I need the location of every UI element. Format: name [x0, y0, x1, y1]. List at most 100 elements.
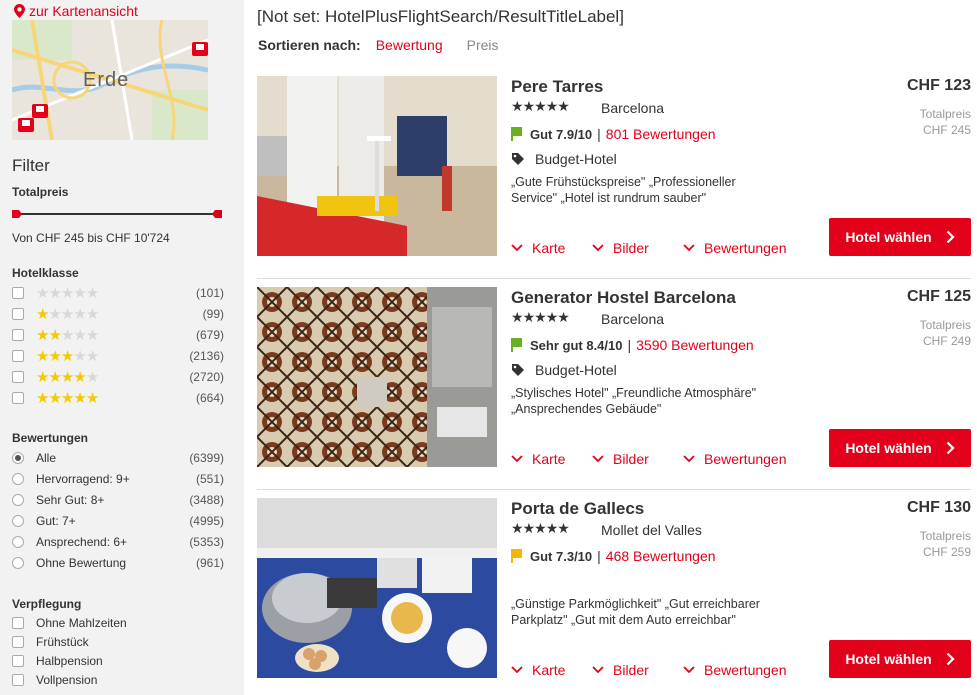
hotelclass-filter-row[interactable]: ★★★★★ (679)	[12, 326, 224, 344]
hotelclass-checkbox[interactable]	[12, 308, 24, 320]
review-filter-row[interactable]: Sehr Gut: 8+ (3488)	[12, 491, 224, 509]
meal-checkbox[interactable]	[12, 636, 24, 648]
hotel-card: Pere Tarres ★★★★★ Barcelona Gut 7.9/10 | 801 …	[257, 76, 971, 258]
photos-toggle[interactable]: Bilder	[592, 451, 683, 467]
reviews-link[interactable]: 801 Bewertungen	[606, 126, 716, 142]
meal-filter-row[interactable]: Halbpension	[12, 652, 224, 670]
tag-icon	[512, 153, 524, 165]
reviews-toggle-label: Bewertungen	[704, 451, 787, 467]
hotel-actions: Karte Bilder Bewertungen	[511, 451, 787, 467]
sort-option-price[interactable]: Preis	[467, 37, 499, 53]
hotel-rating: Gut 7.3/10 | 468 Bewertungen	[511, 548, 716, 564]
hotel-photo[interactable]	[257, 498, 497, 678]
hotel-name[interactable]: Generator Hostel Barcelona	[511, 288, 736, 308]
total-price-value: CHF 259	[922, 545, 971, 559]
reviews-heading: Bewertungen	[12, 431, 89, 445]
hotel-name[interactable]: Porta de Gallecs	[511, 499, 644, 519]
hotelclass-filter-row[interactable]: ★★★★★ (2136)	[12, 347, 224, 365]
filter-label: Gut: 7+	[36, 514, 76, 528]
filter-count: (961)	[195, 556, 224, 570]
hotelclass-checkbox[interactable]	[12, 329, 24, 341]
filter-count: (679)	[195, 328, 224, 342]
results-main: [Not set: HotelPlusFlightSearch/ResultTi…	[244, 0, 977, 695]
photos-toggle-label: Bilder	[613, 662, 649, 678]
filter-count: (2720)	[189, 370, 224, 384]
meal-checkbox[interactable]	[12, 655, 24, 667]
hotel-rating: Gut 7.9/10 | 801 Bewertungen	[511, 126, 716, 142]
guest-quotes: „Stylisches Hotel" „Freundliche Atmosphä…	[511, 386, 757, 416]
guest-quotes: „Günstige Parkmöglichkeit" „Gut erreichb…	[511, 597, 760, 627]
photos-toggle[interactable]: Bilder	[592, 662, 683, 678]
filter-label: Ansprechend: 6+	[36, 535, 128, 549]
totalprice-heading: Totalpreis	[12, 185, 69, 199]
map-toggle[interactable]: Karte	[511, 451, 592, 467]
hotel-stars-icon: ★★★★★	[511, 520, 570, 536]
hotel-photo[interactable]	[257, 287, 497, 467]
review-filter-row[interactable]: Hervorragend: 9+ (551)	[12, 470, 224, 488]
meal-filter-row[interactable]: Ohne Mahlzeiten	[12, 614, 224, 632]
reviews-link[interactable]: 3590 Bewertungen	[636, 337, 754, 353]
hotel-photo[interactable]	[257, 76, 497, 256]
map-toggle[interactable]: Karte	[511, 662, 592, 678]
review-filter-row[interactable]: Ansprechend: 6+ (5353)	[12, 533, 224, 551]
chevron-down-icon	[592, 244, 604, 252]
review-filter-row[interactable]: Alle (6399)	[12, 449, 224, 467]
meal-checkbox[interactable]	[12, 617, 24, 629]
reviews-link[interactable]: 468 Bewertungen	[606, 548, 716, 564]
review-radio[interactable]	[12, 473, 24, 485]
review-radio[interactable]	[12, 452, 24, 464]
price-range-slider[interactable]	[12, 208, 222, 220]
meal-filter-row[interactable]: Frühstück	[12, 633, 224, 651]
sort-bar: Sortieren nach: Bewertung Preis	[258, 37, 523, 53]
sort-option-rating[interactable]: Bewertung	[376, 37, 443, 53]
reviews-toggle[interactable]: Bewertungen	[683, 662, 787, 678]
price-per-night: CHF 125	[906, 288, 971, 305]
slider-handle-min[interactable]	[12, 210, 22, 218]
reviews-toggle[interactable]: Bewertungen	[683, 240, 787, 256]
hotelclass-checkbox[interactable]	[12, 350, 24, 362]
filter-count: (4995)	[189, 514, 224, 528]
star-rating-icon: ★★★★★	[36, 347, 99, 365]
hotelclass-checkbox[interactable]	[12, 392, 24, 404]
hotelclass-checkbox[interactable]	[12, 287, 24, 299]
reviews-toggle[interactable]: Bewertungen	[683, 451, 787, 467]
filter-label: Frühstück	[36, 635, 89, 649]
hotelclass-filter-row[interactable]: ★★★★★ (99)	[12, 305, 224, 323]
filter-count: (99)	[202, 307, 224, 321]
review-filter-row[interactable]: Ohne Bewertung (961)	[12, 554, 224, 572]
chevron-down-icon	[511, 666, 523, 674]
slider-handle-max[interactable]	[212, 210, 222, 218]
filter-count: (5353)	[189, 535, 224, 549]
hotel-name[interactable]: Pere Tarres	[511, 77, 603, 97]
photos-toggle[interactable]: Bilder	[592, 240, 683, 256]
filter-label: Ohne Mahlzeiten	[36, 616, 127, 630]
guest-quotes: „Gute Frühstückspreise" „Professioneller…	[511, 175, 736, 205]
hotelclass-filter-row[interactable]: ★★★★★ (2720)	[12, 368, 224, 386]
select-hotel-button[interactable]: Hotel wählen	[829, 429, 971, 467]
hotel-stars-icon: ★★★★★	[511, 309, 570, 325]
review-radio[interactable]	[12, 557, 24, 569]
hotelclass-checkbox[interactable]	[12, 371, 24, 383]
map-thumbnail[interactable]: Erde	[12, 20, 208, 140]
meals-heading: Verpflegung	[12, 597, 82, 611]
hotel-type: Budget-Hotel	[511, 151, 617, 167]
review-filter-row[interactable]: Gut: 7+ (4995)	[12, 512, 224, 530]
meal-checkbox[interactable]	[12, 674, 24, 686]
star-rating-icon: ★★★★★	[36, 389, 99, 407]
tag-icon	[512, 364, 524, 376]
hotelclass-filter-row[interactable]: ★★★★★ (101)	[12, 284, 224, 302]
meal-filter-row[interactable]: Vollpension	[12, 671, 224, 689]
map-view-link[interactable]: zur Kartenansicht	[14, 3, 138, 19]
chevron-right-icon	[946, 441, 955, 455]
rating-score: Gut 7.3/10	[530, 548, 593, 564]
select-hotel-label: Hotel wählen	[845, 651, 932, 667]
select-hotel-button[interactable]: Hotel wählen	[829, 640, 971, 678]
hotelclass-filter-row[interactable]: ★★★★★ (664)	[12, 389, 224, 407]
review-radio[interactable]	[12, 494, 24, 506]
filter-count: (2136)	[189, 349, 224, 363]
filter-label: Vollpension	[36, 673, 98, 687]
review-radio[interactable]	[12, 536, 24, 548]
map-toggle[interactable]: Karte	[511, 240, 592, 256]
review-radio[interactable]	[12, 515, 24, 527]
select-hotel-button[interactable]: Hotel wählen	[829, 218, 971, 256]
